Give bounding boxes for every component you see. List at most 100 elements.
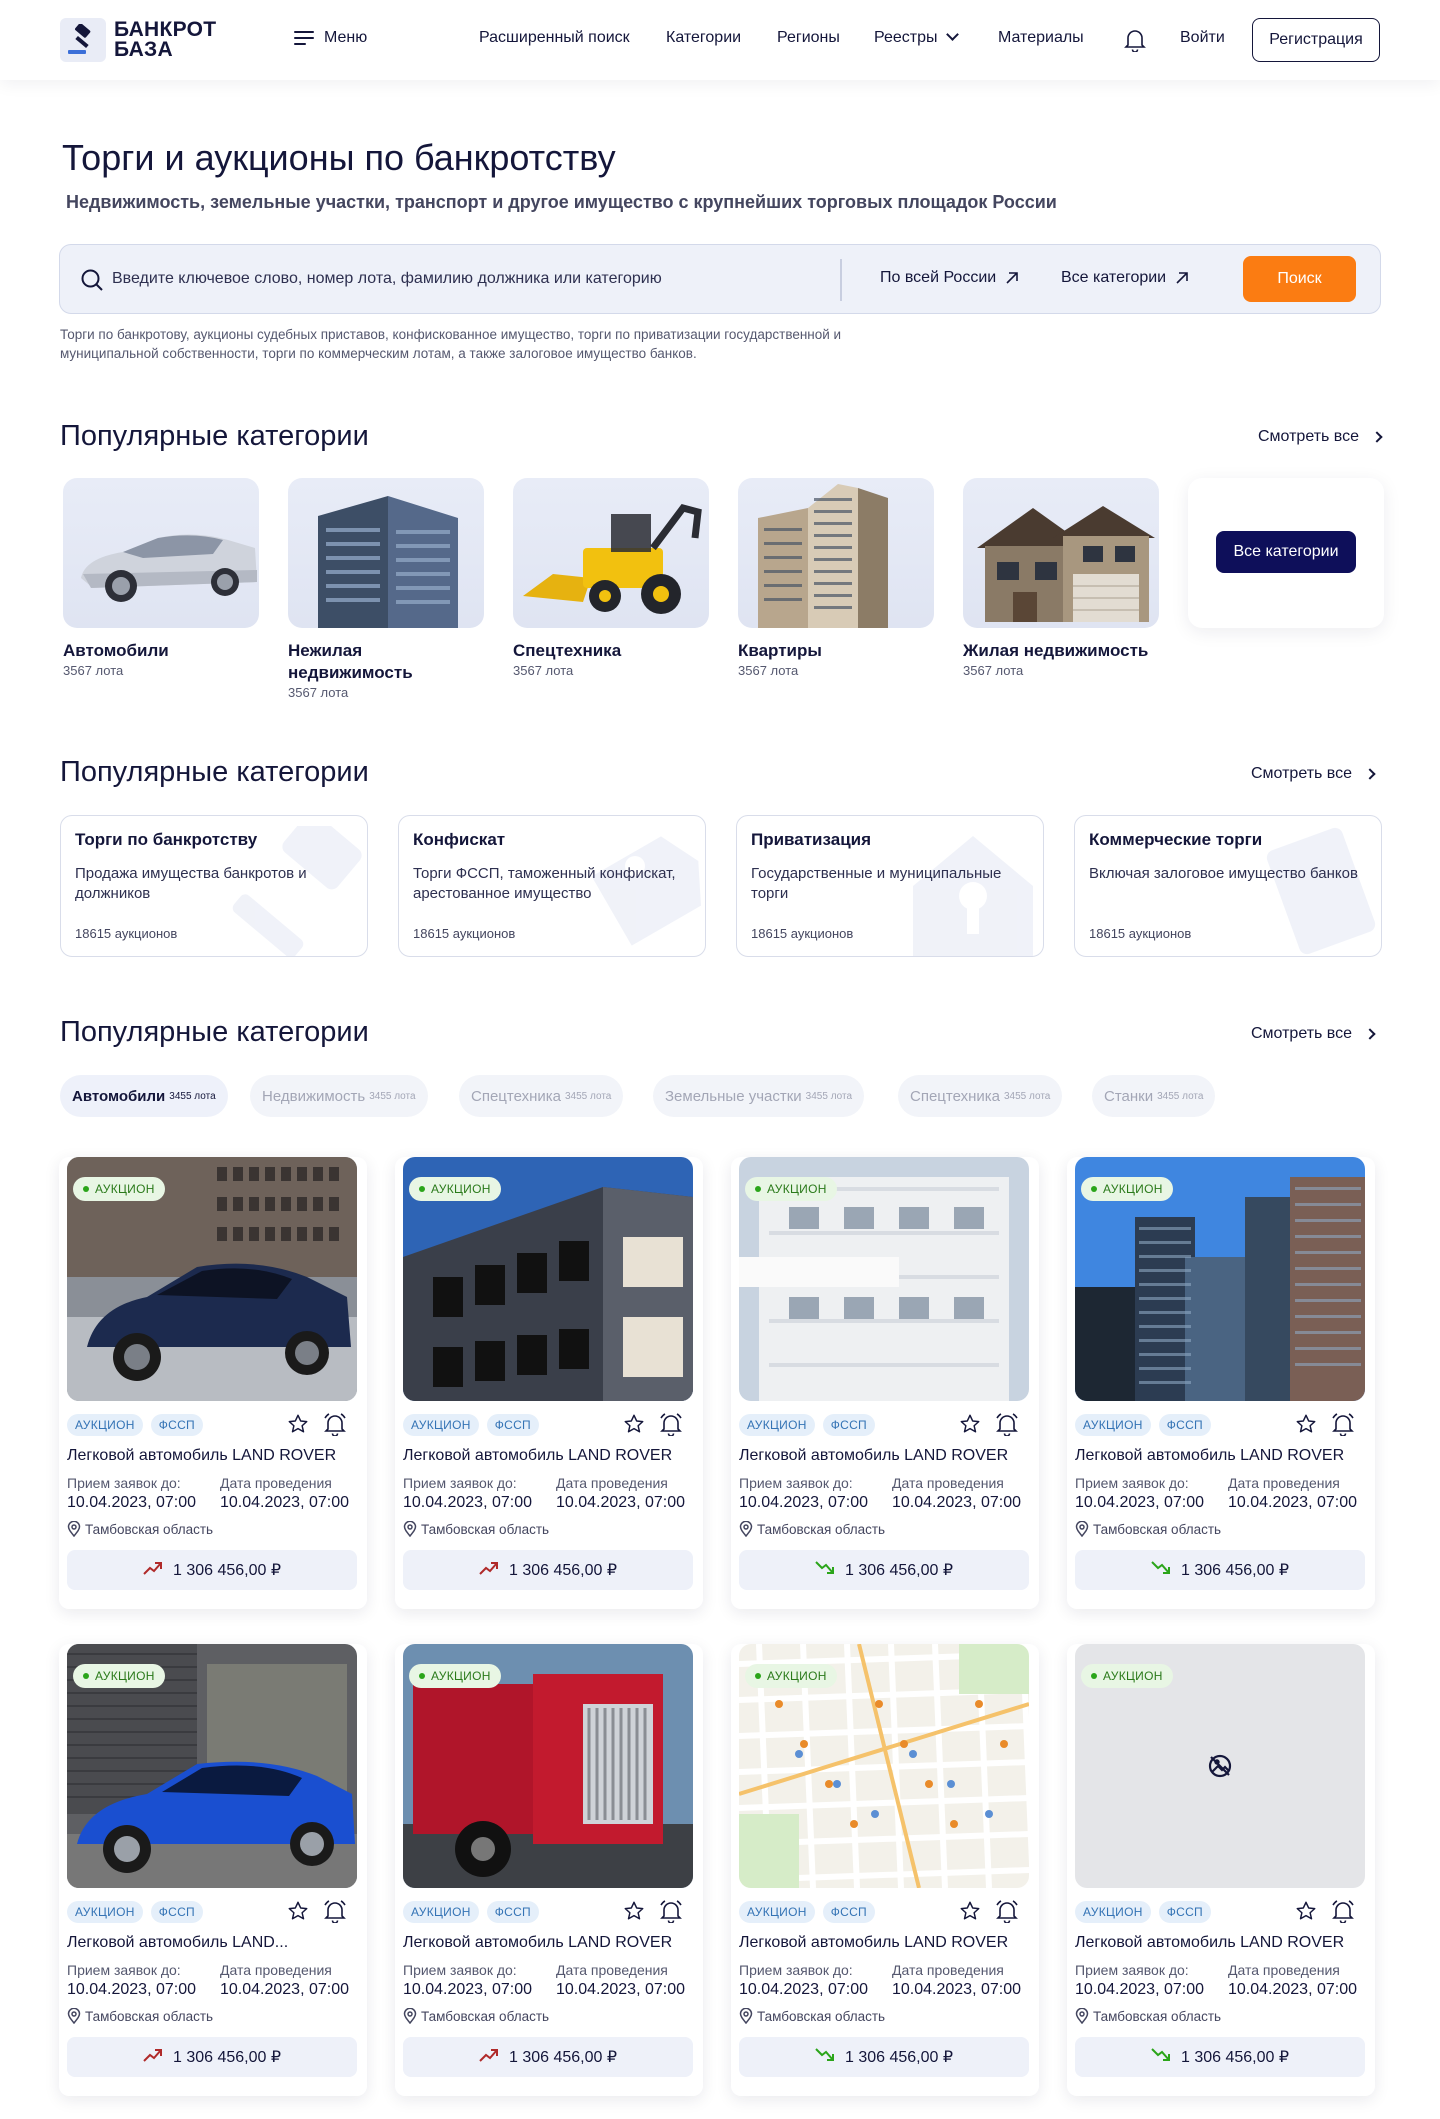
lot-card[interactable]: АУКЦИОН АУКЦИОН ФССП Легковой автомобиль… bbox=[395, 1644, 703, 2096]
tab-label: Станки bbox=[1104, 1087, 1154, 1105]
event-date: 10.04.2023, 07:00 bbox=[1228, 1981, 1358, 1998]
bell-icon[interactable] bbox=[995, 1412, 1019, 1436]
lot-region-text: Тамбовская область bbox=[1093, 2008, 1222, 2024]
lot-tags: АУКЦИОН ФССП bbox=[1075, 1901, 1211, 1923]
star-icon[interactable] bbox=[1295, 1900, 1317, 1922]
all-categories-button[interactable]: Все категории bbox=[1216, 531, 1356, 573]
see-all-label: Смотреть все bbox=[1251, 765, 1353, 782]
location-pin-icon bbox=[739, 1521, 753, 1537]
trade-title: Приватизация bbox=[751, 830, 872, 849]
login-link[interactable]: Войти bbox=[1180, 29, 1225, 47]
event-date: 10.04.2023, 07:00 bbox=[556, 1981, 686, 1998]
nav-categories[interactable]: Категории bbox=[666, 29, 741, 47]
register-button[interactable]: Регистрация bbox=[1252, 18, 1380, 62]
chevron-right-icon bbox=[1364, 1028, 1376, 1040]
tag-auction: АУКЦИОН bbox=[1075, 1901, 1151, 1923]
trade-card-commercial[interactable]: Коммерческие торги Включая залоговое иму… bbox=[1074, 815, 1382, 957]
trade-card-privatization[interactable]: Приватизация Государственные и муниципал… bbox=[736, 815, 1044, 957]
lot-card[interactable]: АУКЦИОН АУКЦИОН ФССП Легковой автомобиль… bbox=[395, 1157, 703, 1609]
lot-region-text: Тамбовская область bbox=[421, 1521, 550, 1537]
arrow-up-right-icon bbox=[1176, 272, 1188, 284]
lot-price-value: 1 306 456,00 ₽ bbox=[1180, 2049, 1290, 2066]
nav-regions[interactable]: Регионы bbox=[777, 29, 840, 47]
see-all-trades-link[interactable]: Смотреть все bbox=[1251, 765, 1376, 783]
bell-icon[interactable] bbox=[659, 1412, 683, 1436]
lot-title[interactable]: Легковой автомобиль LAND ROVER bbox=[739, 1934, 1031, 1952]
category-count: 3567 лота bbox=[288, 685, 349, 700]
star-icon[interactable] bbox=[959, 1900, 981, 1922]
category-card-cars[interactable]: Автомобили 3567 лота bbox=[63, 478, 259, 680]
category-card-residential[interactable]: Жилая недвижимость 3567 лота bbox=[963, 478, 1159, 680]
lot-card[interactable]: АУКЦИОН АУКЦИОН ФССП Легковой автомобиль… bbox=[1067, 1644, 1375, 2096]
star-icon[interactable] bbox=[623, 1900, 645, 1922]
bell-icon[interactable] bbox=[323, 1899, 347, 1923]
all-categories-card: Все категории bbox=[1188, 478, 1384, 628]
star-icon[interactable] bbox=[959, 1413, 981, 1435]
lot-title[interactable]: Легковой автомобиль LAND ROVER bbox=[1075, 1447, 1367, 1465]
lot-title[interactable]: Легковой автомобиль LAND ROVER bbox=[1075, 1934, 1367, 1952]
trend-up-icon bbox=[143, 1561, 163, 1580]
hamburger-icon bbox=[294, 31, 314, 45]
nav-registries[interactable]: Реестры bbox=[874, 28, 959, 47]
lot-price-value: 1 306 456,00 ₽ bbox=[844, 1562, 954, 1579]
lot-card[interactable]: АУКЦИОН АУКЦИОН ФССП Легковой автомобиль… bbox=[59, 1157, 367, 1609]
lot-card[interactable]: АУКЦИОН АУКЦИОН ФССП Легковой автомобиль… bbox=[59, 1644, 367, 2096]
category-card-apartments[interactable]: Квартиры 3567 лота bbox=[738, 478, 934, 680]
trade-card-bankruptcy[interactable]: Торги по банкротству Продажа имущества б… bbox=[60, 815, 368, 957]
category-filter[interactable]: Все категории bbox=[1061, 269, 1188, 287]
trade-card-confiscated[interactable]: Конфискат Торги ФССП, таможенный конфиск… bbox=[398, 815, 706, 957]
lot-title[interactable]: Легковой автомобиль LAND ROVER bbox=[739, 1447, 1031, 1465]
auction-badge: АУКЦИОН bbox=[409, 1664, 501, 1688]
lot-card[interactable]: АУКЦИОН АУКЦИОН ФССП Легковой автомобиль… bbox=[731, 1157, 1039, 1609]
search-input[interactable] bbox=[112, 261, 872, 297]
see-all-categories-link[interactable]: Смотреть все bbox=[1258, 428, 1383, 446]
apply-label: Прием заявок до: bbox=[403, 1475, 517, 1491]
tag-fssp: ФССП bbox=[1158, 1901, 1211, 1923]
bell-icon[interactable] bbox=[995, 1899, 1019, 1923]
lot-card[interactable]: АУКЦИОН АУКЦИОН ФССП Легковой автомобиль… bbox=[731, 1644, 1039, 2096]
tab-label: Спецтехника bbox=[471, 1087, 561, 1105]
see-all-lots-link[interactable]: Смотреть все bbox=[1251, 1025, 1376, 1043]
lot-price: 1 306 456,00 ₽ bbox=[1075, 2037, 1365, 2077]
lot-title[interactable]: Легковой автомобиль LAND ROVER bbox=[403, 1934, 695, 1952]
lot-region-text: Тамбовская область bbox=[757, 1521, 886, 1537]
apply-label: Прием заявок до: bbox=[739, 1475, 853, 1491]
nav-advanced-search[interactable]: Расширенный поиск bbox=[479, 29, 630, 47]
nav-materials[interactable]: Материалы bbox=[998, 29, 1084, 47]
trade-types-title: Популярные категории bbox=[60, 756, 369, 788]
star-icon[interactable] bbox=[623, 1413, 645, 1435]
tab-count: 3455 лота bbox=[565, 1090, 612, 1102]
bell-icon[interactable] bbox=[1331, 1412, 1355, 1436]
category-card-machinery[interactable]: Спецтехника 3567 лота bbox=[513, 478, 709, 680]
menu-button[interactable]: Меню bbox=[294, 29, 367, 47]
search-button[interactable]: Поиск bbox=[1243, 256, 1356, 302]
bell-icon[interactable] bbox=[323, 1412, 347, 1436]
apply-label: Прием заявок до: bbox=[67, 1962, 181, 1978]
lot-title[interactable]: Легковой автомобиль LAND... bbox=[67, 1934, 359, 1952]
tab-real-estate[interactable]: Недвижимость 3455 лота bbox=[250, 1075, 428, 1117]
category-image-apartments bbox=[738, 478, 934, 628]
bell-icon[interactable] bbox=[1331, 1899, 1355, 1923]
lot-title[interactable]: Легковой автомобиль LAND ROVER bbox=[403, 1447, 695, 1465]
category-card-commercial[interactable]: Нежилая недвижимость 3567 лота bbox=[288, 478, 484, 702]
tab-land[interactable]: Земельные участки 3455 лота bbox=[653, 1075, 865, 1117]
trade-count: 18615 аукционов bbox=[75, 926, 178, 941]
bell-icon[interactable] bbox=[659, 1899, 683, 1923]
tab-cars[interactable]: Автомобили 3455 лота bbox=[60, 1075, 228, 1117]
tab-label: Земельные участки bbox=[665, 1087, 802, 1105]
apply-date: 10.04.2023, 07:00 bbox=[67, 1981, 197, 1998]
category-image-machinery bbox=[513, 478, 709, 628]
tab-machine-tools[interactable]: Станки 3455 лота bbox=[1092, 1075, 1216, 1117]
tab-machinery[interactable]: Спецтехника 3455 лота bbox=[459, 1075, 624, 1117]
logo[interactable]: БАНКРОТ БАЗА bbox=[60, 18, 216, 62]
lot-card[interactable]: АУКЦИОН АУКЦИОН ФССП Легковой автомобиль… bbox=[1067, 1157, 1375, 1609]
lot-title[interactable]: Легковой автомобиль LAND ROVER bbox=[67, 1447, 359, 1465]
tag-fssp: ФССП bbox=[486, 1414, 539, 1436]
star-icon[interactable] bbox=[1295, 1413, 1317, 1435]
bell-icon[interactable] bbox=[1124, 28, 1146, 52]
region-filter[interactable]: По всей России bbox=[880, 269, 1018, 287]
nav-registries-label: Реестры bbox=[874, 29, 938, 46]
tab-machinery-2[interactable]: Спецтехника 3455 лота bbox=[898, 1075, 1063, 1117]
star-icon[interactable] bbox=[287, 1900, 309, 1922]
star-icon[interactable] bbox=[287, 1413, 309, 1435]
